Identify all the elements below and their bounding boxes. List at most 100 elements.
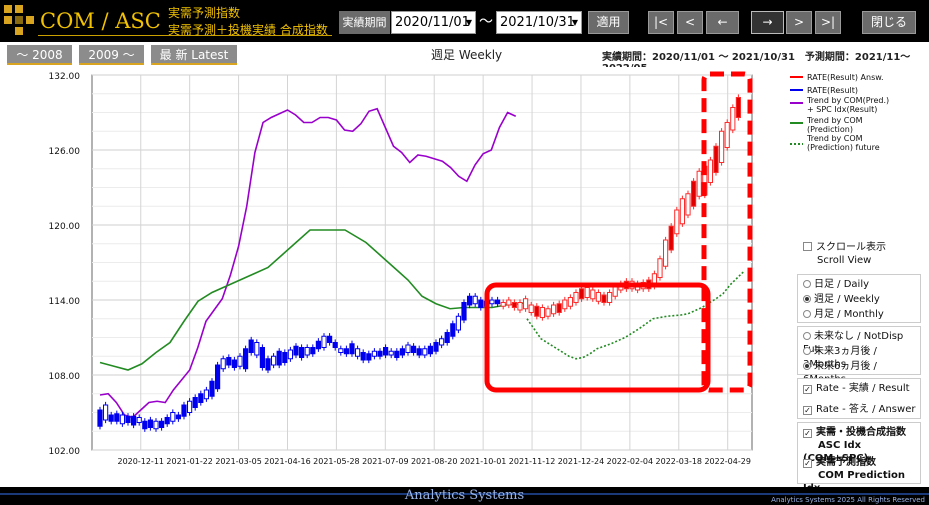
candle-body-result [416, 348, 422, 356]
scroll-view-toggle[interactable]: スクロール表示 Scroll View [803, 241, 886, 267]
radio-monthly-label: 月足 / Monthly [814, 309, 884, 320]
candle-body-result [371, 350, 377, 357]
candle-body-result [248, 339, 254, 353]
future-group: 未来なし / NotDisp Fut. 未来3ヵ月後 / 3Months 未来6… [797, 326, 921, 385]
check-rate-result-box[interactable]: ✓ [803, 385, 812, 394]
tab-from-2009[interactable]: 2009 ～ [79, 45, 144, 65]
candle-body-result [377, 350, 383, 357]
period-label: 実績期間 [339, 11, 390, 34]
index-group: ✓ 実需・投機合成指数 ASC Idx (COM+SPC) ✓ 実需予測指数 COM P… [797, 422, 921, 494]
radio-daily-dot[interactable] [803, 280, 811, 288]
legend-trend-com-2: (Prediction) [807, 125, 853, 134]
candle-body-result [259, 347, 265, 368]
candle-body-answer [685, 193, 691, 216]
candle-body-answer [595, 292, 601, 302]
chart-panel: 132.00 126.00 120.00 114.00 108.00 102.00 202… [0, 67, 929, 494]
radio-weekly[interactable]: 週足 / Weekly [803, 293, 880, 306]
candle-body-result [276, 350, 282, 366]
candle-body-result [243, 348, 249, 370]
candle-body-result [388, 350, 394, 356]
radio-weekly-label: 週足 / Weekly [814, 294, 880, 305]
radio-weekly-dot[interactable] [803, 295, 811, 303]
candle-body-answer [663, 239, 669, 267]
radio-daily[interactable]: 日足 / Daily [803, 278, 869, 291]
candle-body-answer [679, 198, 685, 225]
nav-last-button[interactable]: >| [815, 11, 841, 34]
scroll-view-label-1: スクロール表示 [816, 242, 886, 253]
candle-body-result [411, 345, 417, 353]
candle-body-result [461, 302, 467, 321]
candle-body-result [304, 347, 310, 356]
candle-body-result [271, 355, 277, 366]
nav-first-button[interactable]: |< [648, 11, 674, 34]
end-date-select[interactable]: 2021/10/31 ▼ [496, 11, 582, 34]
candle-body-result [125, 415, 131, 423]
candle-body-answer [719, 130, 725, 163]
radio-monthly[interactable]: 月足 / Monthly [803, 308, 884, 321]
candle-body-result [170, 412, 176, 422]
legend-rate-answer: RATE(Result) Answ. [807, 73, 884, 82]
nav-back-button[interactable]: ← [706, 11, 739, 34]
tab-latest[interactable]: 最 新 Latest [151, 45, 237, 65]
check-rate-answer-box[interactable]: ✓ [803, 406, 812, 415]
legend-trend-pred-1: Trend by COM(Pred.) [806, 96, 889, 105]
candle-body-answer [584, 287, 590, 298]
y-tick-label: 102.00 [49, 447, 81, 457]
candle-body-result [231, 359, 238, 368]
candle-body-result [327, 335, 333, 343]
check-rate-answer[interactable]: ✓ Rate - 答え / Answer [803, 403, 915, 416]
candle-body-answer [556, 303, 562, 313]
date-range-tilde: ～ [479, 14, 493, 30]
nav-forward-button[interactable]: → [751, 11, 784, 34]
chart-svg: 132.00 126.00 120.00 114.00 108.00 102.00 202… [49, 71, 889, 466]
candle-body-result [159, 420, 165, 428]
candle-body-result [226, 357, 232, 366]
close-button[interactable]: 閉じる [862, 11, 916, 34]
footer-bar: Analytics Systems Analytics Systems 2025… [0, 487, 929, 505]
x-tick-label: 2021-07-09 [362, 457, 409, 466]
candle-body-result [394, 350, 400, 358]
scroll-view-checkbox[interactable] [803, 242, 812, 251]
candle-body-result [103, 404, 109, 421]
candle-body-result [360, 352, 366, 361]
radio-future-3m-dot[interactable] [803, 347, 811, 355]
y-tick-label: 114.00 [49, 297, 81, 307]
x-tick-label: 2022-04-29 [704, 457, 751, 466]
candle-body-result [450, 323, 456, 337]
candle-body-result [343, 348, 349, 355]
candle-body-result [136, 417, 142, 423]
candle-body-answer [523, 298, 529, 310]
radio-future-none-dot[interactable] [803, 332, 811, 340]
x-tick-label: 2021-05-28 [313, 457, 360, 466]
candle-body-answer [534, 305, 540, 317]
y-tick-label: 108.00 [49, 372, 81, 382]
tab-until-2008[interactable]: ～ 2008 [7, 45, 72, 65]
y-tick-labels: 132.00 126.00 120.00 114.00 108.00 102.00 [49, 72, 81, 457]
candle-body-answer [511, 302, 517, 308]
candle-body-result [366, 353, 372, 361]
candle-body-answer [567, 297, 573, 307]
candle-body-result [153, 420, 159, 430]
start-date-select[interactable]: 2020/11/01 ▼ [391, 11, 476, 34]
nav-next-button[interactable]: > [786, 11, 812, 34]
end-date-value: 2021/10/31 [500, 15, 575, 30]
candle-body-result [181, 404, 187, 417]
x-tick-label: 2021-10-01 [460, 457, 507, 466]
candle-body-result [198, 393, 204, 403]
radio-future-6m-dot[interactable] [803, 362, 811, 370]
check-com-box[interactable]: ✓ [803, 459, 812, 468]
radio-monthly-dot[interactable] [803, 310, 811, 318]
apply-button[interactable]: 適用 [588, 11, 629, 34]
check-asc-box[interactable]: ✓ [803, 429, 812, 438]
subtitle-asc: 実需予測＋投機実績 合成指数 [168, 23, 328, 37]
radio-daily-label: 日足 / Daily [814, 279, 870, 290]
check-rate-result[interactable]: ✓ Rate - 実績 / Result [803, 382, 910, 395]
candle-body-result [254, 342, 260, 356]
candle-body-result [187, 400, 193, 413]
candle-body-result [439, 338, 445, 346]
candle-body-answer [506, 299, 512, 306]
chevron-down-icon: ▼ [571, 18, 578, 27]
candle-body-result [332, 342, 338, 348]
nav-prev-button[interactable]: < [677, 11, 703, 34]
legend-trend-future-2: (Prediction) future [807, 143, 880, 152]
